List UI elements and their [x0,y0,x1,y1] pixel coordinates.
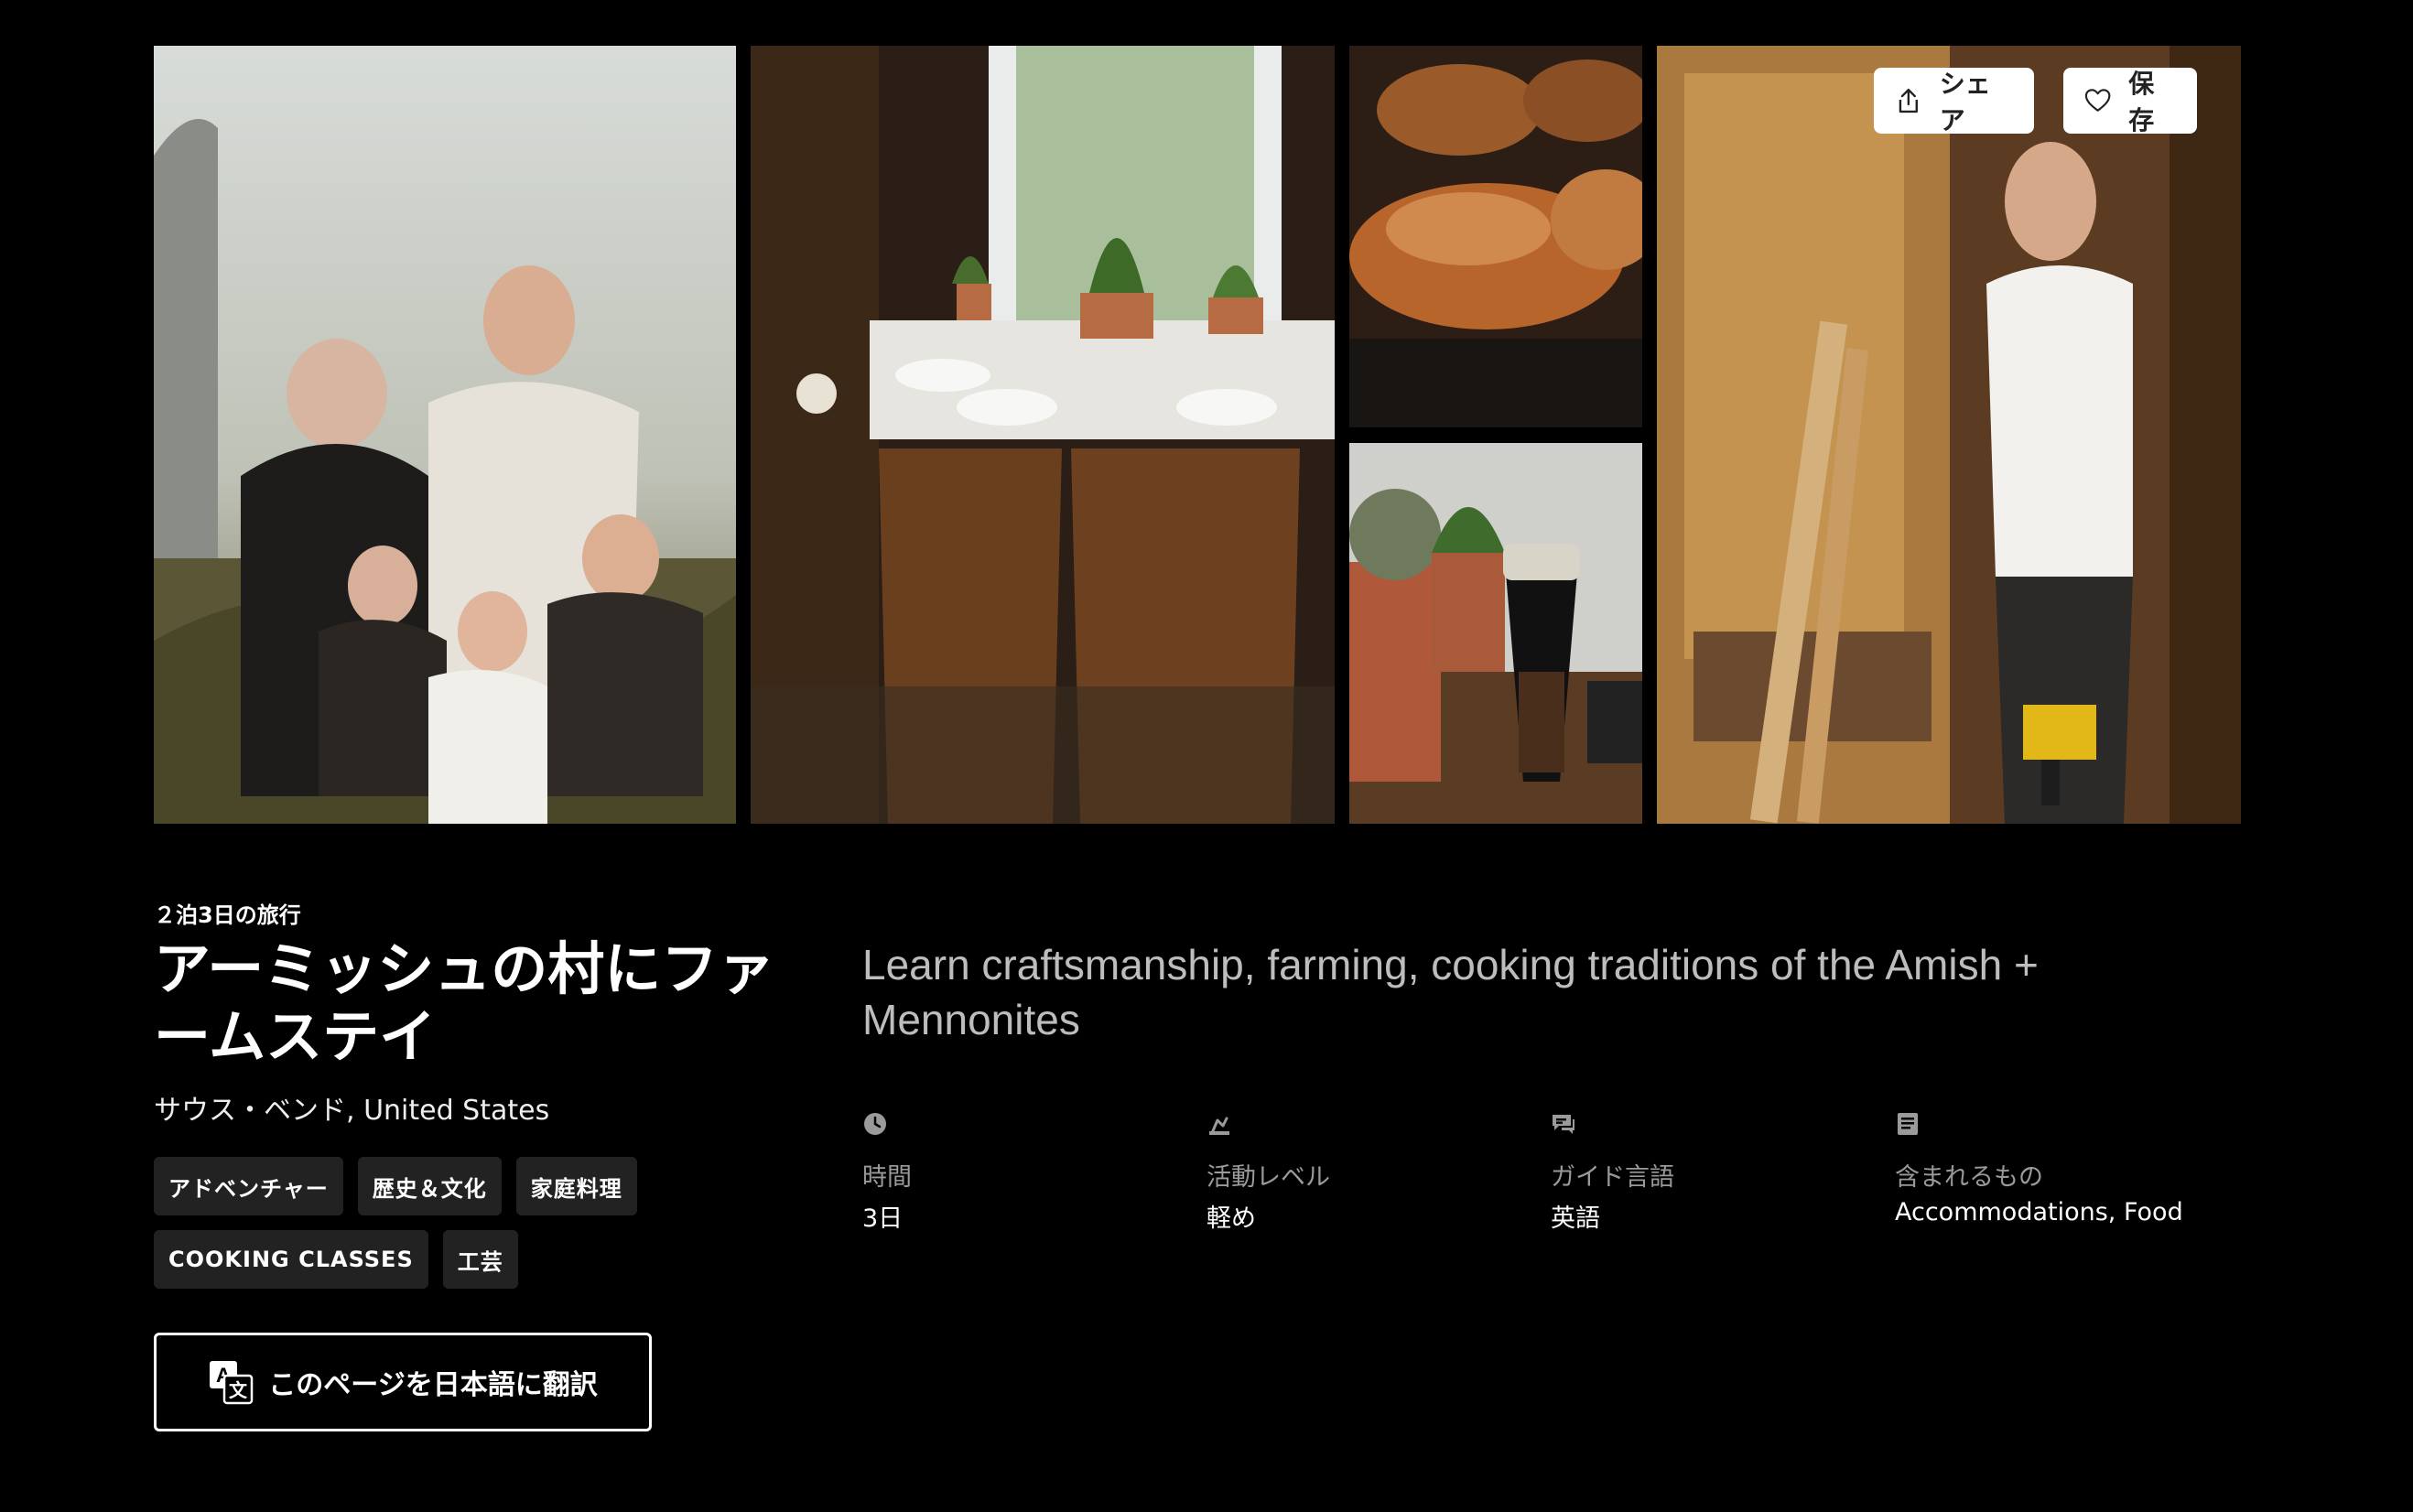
dining-table-photo[interactable] [751,46,1335,824]
receipt-icon [1898,1113,1918,1135]
tag-adventure: アドベンチャー [154,1157,343,1215]
share-label: シェア [1939,69,1991,135]
fact-guide-language: ガイド言語 英語 [1551,1111,1880,1234]
tag-home-cooking: 家庭料理 [515,1157,637,1215]
fact-value: Accommodations, Food [1895,1198,2183,1226]
chat-bubble-icon [1553,1115,1574,1134]
translate-page-button[interactable]: A 文 このページを日本語に翻訳 [154,1333,652,1431]
page-title: アーミッシュの村にファームステイ [154,935,775,1070]
save-button[interactable]: 保存 [2063,68,2197,135]
family-photo[interactable] [154,46,736,824]
share-icon [1899,88,1918,113]
craftsman-photo[interactable] [1657,46,2241,824]
activity-level-icon [1209,1117,1229,1135]
fact-value: 軽め [1206,1204,1256,1233]
tag-crafts: 工芸 [442,1230,518,1289]
fact-included: 含まれるもの Accommodations, Food [1895,1111,2224,1226]
coffee-brewer-photo[interactable] [1349,443,1642,824]
fact-duration: 時間 3日 [862,1111,1192,1234]
fact-label: ガイド言語 [1551,1163,1674,1192]
fact-value: 英語 [1551,1204,1600,1233]
svg-text:文: 文 [229,1379,248,1401]
tag-history-culture: 歴史＆文化 [357,1157,502,1215]
fact-label: 含まれるもの [1895,1163,2043,1192]
fact-label: 時間 [862,1163,912,1192]
fact-activity-level: 活動レベル 軽め [1206,1111,1536,1234]
tag-cooking-classes: COOKING CLASSES [154,1230,428,1289]
clock-icon [864,1113,886,1135]
trip-duration-label: ２泊3日の旅行 [154,902,301,928]
save-label: 保存 [2128,69,2155,135]
fact-label: 活動レベル [1206,1163,1330,1192]
share-button[interactable]: シェア [1874,68,2034,135]
translate-label: このページを日本語に翻訳 [268,1369,598,1401]
photo-gallery: シェア 保存 [154,46,2241,824]
location-text: サウス・ベンド, United States [154,1095,550,1127]
tag-list: アドベンチャー 歴史＆文化 家庭料理 COOKING CLASSES 工芸 [154,1157,703,1289]
translate-icon: A 文 [210,1361,254,1405]
heart-icon [2084,89,2111,112]
fact-value: 3日 [862,1204,904,1233]
trip-description: Learn craftsmanship, farming, cooking tr… [862,941,2039,1043]
pastries-photo[interactable] [1349,46,1642,427]
